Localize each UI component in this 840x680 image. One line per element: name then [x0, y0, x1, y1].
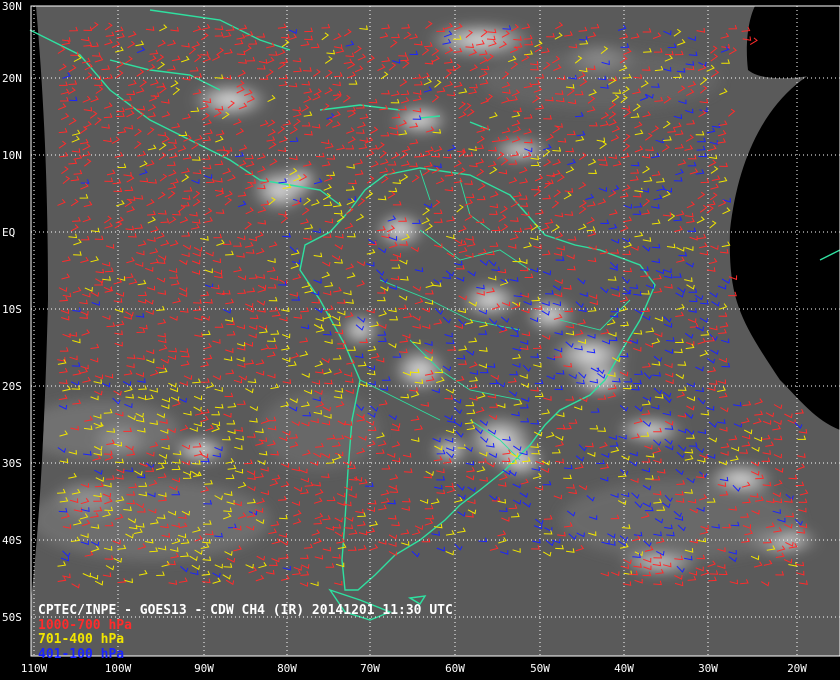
lat-tick-label: 20N	[2, 72, 22, 85]
lon-tick-label: 90W	[194, 662, 214, 675]
lat-tick-label: 30S	[2, 457, 22, 470]
lon-tick-label: 30W	[698, 662, 718, 675]
cloud	[460, 282, 520, 318]
cloud	[190, 82, 270, 118]
legend-item-mid: 701-400 hPa	[38, 632, 125, 647]
lon-tick-label: 110W	[20, 662, 48, 675]
lon-tick-label: 40W	[614, 662, 634, 675]
lat-tick-label: 40S	[2, 534, 22, 547]
map-title: CPTEC/INPE - GOES13 - CDW CH4 (IR) 20141…	[38, 603, 453, 618]
haze	[31, 480, 270, 560]
lon-tick-label: 80W	[277, 662, 297, 675]
cloud	[615, 416, 685, 444]
cloud	[570, 364, 630, 396]
legend: CPTEC/INPE - GOES13 - CDW CH4 (IR) 20141…	[38, 603, 453, 662]
lon-tick-label: 70W	[360, 662, 380, 675]
lon-tick-label: 50W	[530, 662, 550, 675]
lat-tick-label: 30N	[2, 0, 22, 13]
lon-tick-label: 100W	[104, 662, 132, 675]
lon-tick-label: 60W	[445, 662, 465, 675]
lat-tick-label: 20S	[2, 380, 22, 393]
cloud	[525, 297, 575, 333]
lat-tick-label: 10S	[2, 303, 22, 316]
haze	[260, 390, 380, 470]
lat-tick-label: EQ	[2, 226, 16, 239]
lat-tick-label: 50S	[2, 611, 22, 624]
satellite-map	[0, 0, 840, 680]
lat-tick-label: 10N	[2, 149, 22, 162]
lon-tick-label: 20W	[787, 662, 807, 675]
legend-item-high: 401-100 hPa	[38, 646, 125, 662]
legend-item-low: 1000-700 hPa	[38, 617, 132, 633]
